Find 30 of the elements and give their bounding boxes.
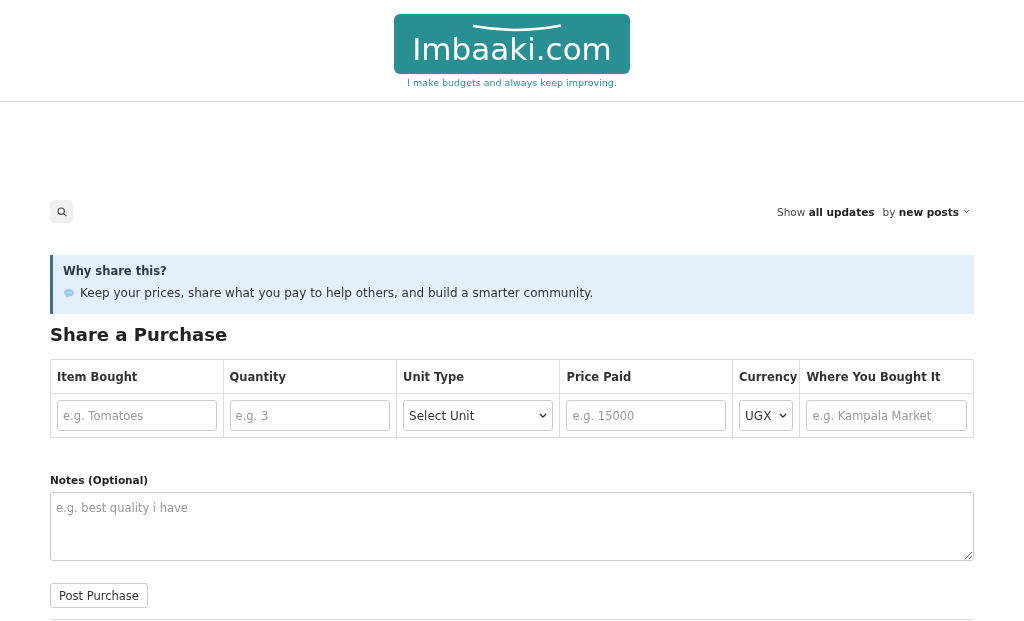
column-header: Item Bought [50,359,224,394]
notes-label: Notes (Optional) [50,474,150,486]
input-field[interactable]: e.g. 15000 [566,400,727,431]
input-field[interactable]: e.g. Kampala Market [806,400,967,431]
select-dropdown[interactable]: Select Unit [403,400,554,431]
logo-text: Imbaaki.com [412,33,612,65]
select-dropdown[interactable]: UGX [739,400,794,431]
column-header: Where You Bought It [799,359,974,394]
info-title: Why share this? [63,264,168,278]
show-filter-link[interactable]: Show all updates [776,205,875,218]
smile-arc-icon [471,23,563,33]
input-field[interactable]: e.g. Tomatoes [57,400,217,431]
info-text: Keep your prices, share what you pay to help others, and build a smarter community. [80,286,594,300]
column-header: Price Paid [559,359,733,394]
search-button[interactable] [50,200,73,223]
section-heading: Share a Purchase [50,324,229,345]
input-field[interactable]: e.g. 3 [229,400,391,431]
column-header: Quantity [223,359,397,394]
notes-field[interactable]: e.g. best quality i have [50,492,974,561]
speech-bubble-icon [63,287,75,299]
chevron-down-icon [779,413,788,418]
logo[interactable]: Imbaaki.com [394,14,630,74]
tagline: I make budgets and always keep improving. [407,77,617,88]
chevron-down-icon [963,209,970,214]
column-header: Currency [732,359,800,394]
chevron-down-icon [539,413,548,418]
post-purchase-button[interactable]: Post Purchase [50,583,148,608]
search-icon [56,206,67,217]
column-header: Unit Type [396,359,560,394]
sort-dropdown[interactable]: by new posts [882,205,970,218]
